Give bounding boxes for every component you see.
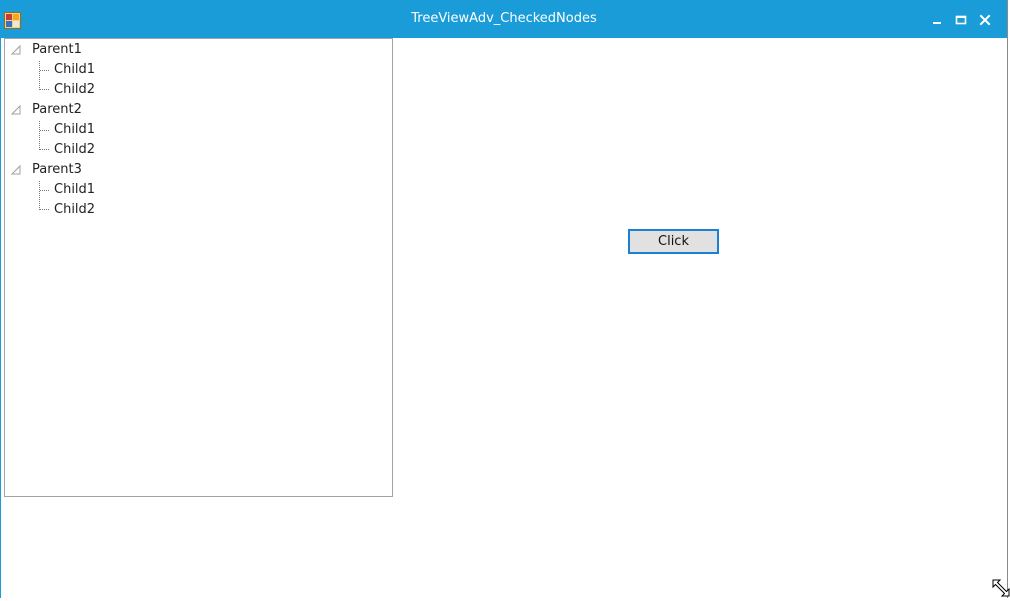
resize-cursor-icon[interactable]: [992, 579, 1010, 597]
tree-node-label: Parent2: [32, 102, 82, 117]
click-button-label: Click: [658, 234, 689, 249]
minimize-button[interactable]: [926, 10, 948, 30]
expanded-triangle-icon[interactable]: [10, 104, 22, 116]
tree-node-child2[interactable]: Child2: [51, 80, 131, 100]
click-button[interactable]: Click: [628, 229, 719, 254]
title-bar[interactable]: TreeViewAdv_CheckedNodes: [1, 0, 1007, 38]
tree-view[interactable]: Parent1 Child1 Child2 Parent2 Child1 Chi…: [4, 38, 393, 497]
tree-node-label: Child1: [54, 122, 96, 137]
tree-node-child1[interactable]: Child1: [51, 120, 131, 140]
minimize-icon: [933, 22, 941, 24]
tree-line: [39, 121, 40, 150]
close-button[interactable]: [974, 10, 996, 30]
tree-node-label: Child2: [54, 202, 96, 217]
tree-line: [40, 89, 49, 90]
expanded-triangle-icon[interactable]: [10, 164, 22, 176]
tree-node-label: Parent3: [32, 162, 82, 177]
maximize-icon: [955, 15, 967, 25]
tree-node-parent2[interactable]: Parent2: [8, 100, 128, 120]
tree-node-child2[interactable]: Child2: [51, 200, 131, 220]
tree-line: [40, 190, 49, 191]
tree-node-child2[interactable]: Child2: [51, 140, 131, 160]
tree-node-label: Parent1: [32, 42, 82, 57]
tree-node-child1[interactable]: Child1: [51, 180, 131, 200]
tree-node-parent1[interactable]: Parent1: [8, 40, 128, 60]
tree-node-label: Child1: [54, 182, 96, 197]
window-title: TreeViewAdv_CheckedNodes: [411, 11, 597, 26]
tree-line: [40, 130, 49, 131]
tree-line: [39, 181, 40, 210]
tree-node-parent3[interactable]: Parent3: [8, 160, 128, 180]
tree-node-label: Child2: [54, 142, 96, 157]
tree-node-label: Child2: [54, 82, 96, 97]
tree-line: [40, 209, 49, 210]
tree-line: [40, 149, 49, 150]
expanded-triangle-icon[interactable]: [10, 44, 22, 56]
close-icon: [979, 14, 991, 26]
tree-line: [39, 61, 40, 90]
tree-node-child1[interactable]: Child1: [51, 60, 131, 80]
tree-node-label: Child1: [54, 62, 96, 77]
tree-line: [40, 70, 49, 71]
app-window: TreeViewAdv_CheckedNodes Parent1 Child1 …: [0, 0, 1010, 598]
maximize-button[interactable]: [950, 10, 972, 30]
